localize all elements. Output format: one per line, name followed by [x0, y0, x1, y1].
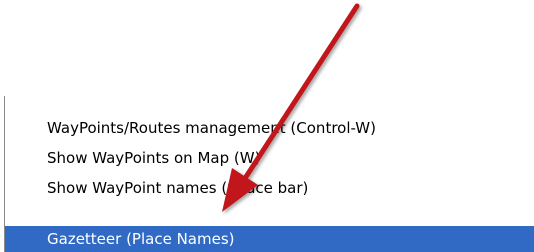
menu-item-show-waypoint-names[interactable]: Show WayPoint names (Space bar) — [5, 175, 534, 201]
menu-item-label: Show WayPoint names (Space bar) — [47, 179, 309, 197]
menu-item-gazetteer[interactable]: Gazetteer (Place Names) — [5, 226, 534, 252]
menu-item-show-waypoints-on-map[interactable]: Show WayPoints on Map (W) — [5, 145, 534, 171]
context-menu: WayPoints/Routes management (Control-W) … — [4, 96, 534, 252]
menu-item-label: WayPoints/Routes management (Control-W) — [47, 119, 376, 137]
menu-item-label: Show WayPoints on Map (W) — [47, 149, 261, 167]
menu-item-waypoints-routes-management[interactable]: WayPoints/Routes management (Control-W) — [5, 115, 534, 141]
menu-item-label: Gazetteer (Place Names) — [47, 230, 235, 248]
